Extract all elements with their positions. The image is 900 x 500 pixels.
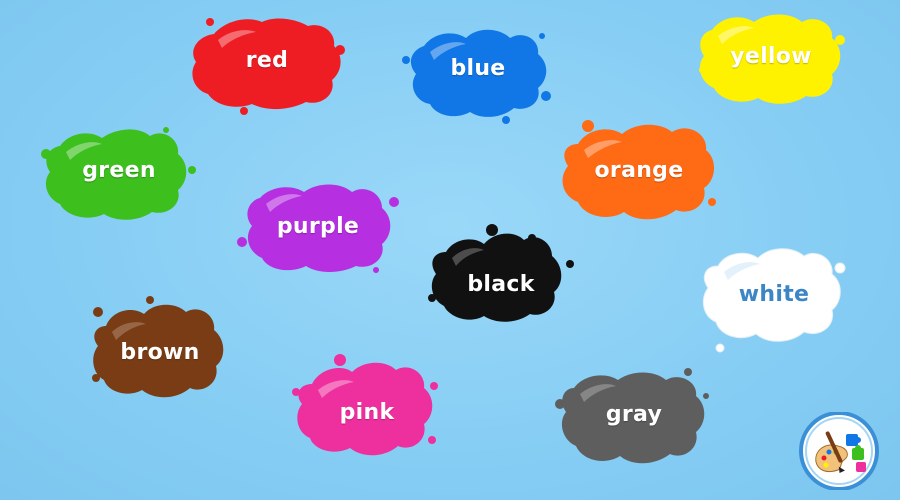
- splat-brown[interactable]: brown: [90, 296, 230, 408]
- yellow-splat-shape: [699, 14, 845, 104]
- green-splat-shape: [41, 127, 196, 220]
- logo-art: [799, 411, 879, 491]
- orange-splat-shape: [562, 120, 716, 220]
- splat-gray[interactable]: gray: [555, 366, 712, 470]
- splat-pink[interactable]: pink: [292, 354, 442, 464]
- blue-splat-shape: [402, 29, 551, 124]
- color-splat-board: red blue yellow green orange purple blac…: [0, 0, 900, 500]
- splat-purple[interactable]: purple: [236, 180, 400, 276]
- brown-splat-shape: [92, 296, 224, 398]
- white-splat-shape: [702, 248, 846, 353]
- splat-blue[interactable]: blue: [402, 24, 554, 124]
- black-splat-shape: [428, 224, 574, 322]
- splat-white[interactable]: white: [700, 242, 848, 354]
- splat-red[interactable]: red: [186, 14, 348, 115]
- pink-splat-shape: [292, 354, 438, 456]
- purple-splat-shape: [237, 184, 399, 273]
- splat-green[interactable]: green: [40, 124, 198, 224]
- gray-splat-shape: [555, 368, 709, 464]
- red-splat-shape: [192, 18, 345, 115]
- splat-black[interactable]: black: [428, 224, 574, 330]
- art-palette-puzzle-icon[interactable]: [796, 411, 882, 491]
- splat-orange[interactable]: orange: [558, 118, 720, 226]
- splat-yellow[interactable]: yellow: [696, 10, 846, 110]
